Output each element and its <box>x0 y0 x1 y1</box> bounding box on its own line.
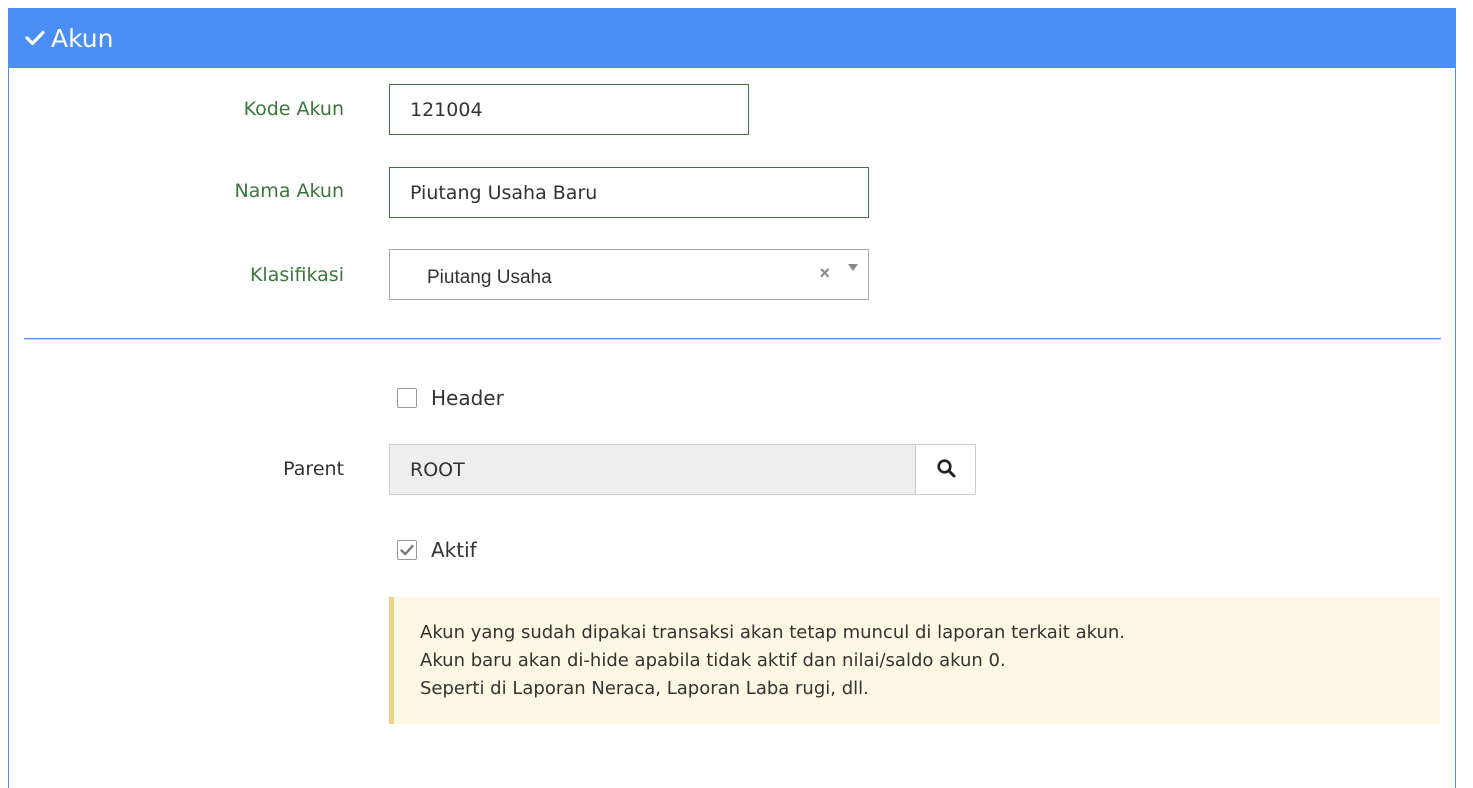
klasifikasi-select[interactable]: Piutang Usaha × <box>389 249 869 300</box>
panel-title: Akun <box>51 23 114 53</box>
aktif-checkbox[interactable] <box>397 540 417 560</box>
header-checkbox[interactable] <box>397 388 417 408</box>
aktif-checkbox-label: Aktif <box>431 538 477 562</box>
kode-akun-value: 121004 <box>410 98 483 121</box>
nama-akun-input[interactable]: Piutang Usaha Baru <box>389 167 869 218</box>
parent-input: ROOT <box>389 444 916 495</box>
header-checkbox-label: Header <box>431 386 504 410</box>
search-icon <box>936 458 956 482</box>
klasifikasi-label: Klasifikasi <box>249 264 344 286</box>
clear-selection-icon[interactable]: × <box>819 264 830 282</box>
checkmark-icon <box>400 544 414 556</box>
parent-value: ROOT <box>410 458 465 481</box>
parent-search-button[interactable] <box>916 444 976 495</box>
panel-header: Akun <box>9 8 1455 68</box>
section-divider <box>24 338 1441 340</box>
header-checkbox-row[interactable]: Header <box>397 386 504 410</box>
nama-akun-label: Nama Akun <box>234 180 344 202</box>
check-icon <box>25 28 45 48</box>
parent-label: Parent <box>283 458 344 480</box>
chevron-down-icon[interactable] <box>848 264 858 271</box>
klasifikasi-selected-value: Piutang Usaha <box>427 266 552 288</box>
kode-akun-label: Kode Akun <box>243 98 344 120</box>
info-alert: Akun yang sudah dipakai transaksi akan t… <box>389 597 1440 724</box>
nama-akun-value: Piutang Usaha Baru <box>410 181 598 204</box>
alert-line: Akun baru akan di-hide apabila tidak akt… <box>420 650 1006 671</box>
kode-akun-input[interactable]: 121004 <box>389 84 749 135</box>
alert-line: Akun yang sudah dipakai transaksi akan t… <box>420 622 1126 643</box>
aktif-checkbox-row[interactable]: Aktif <box>397 538 477 562</box>
alert-line: Seperti di Laporan Neraca, Laporan Laba … <box>420 678 869 699</box>
